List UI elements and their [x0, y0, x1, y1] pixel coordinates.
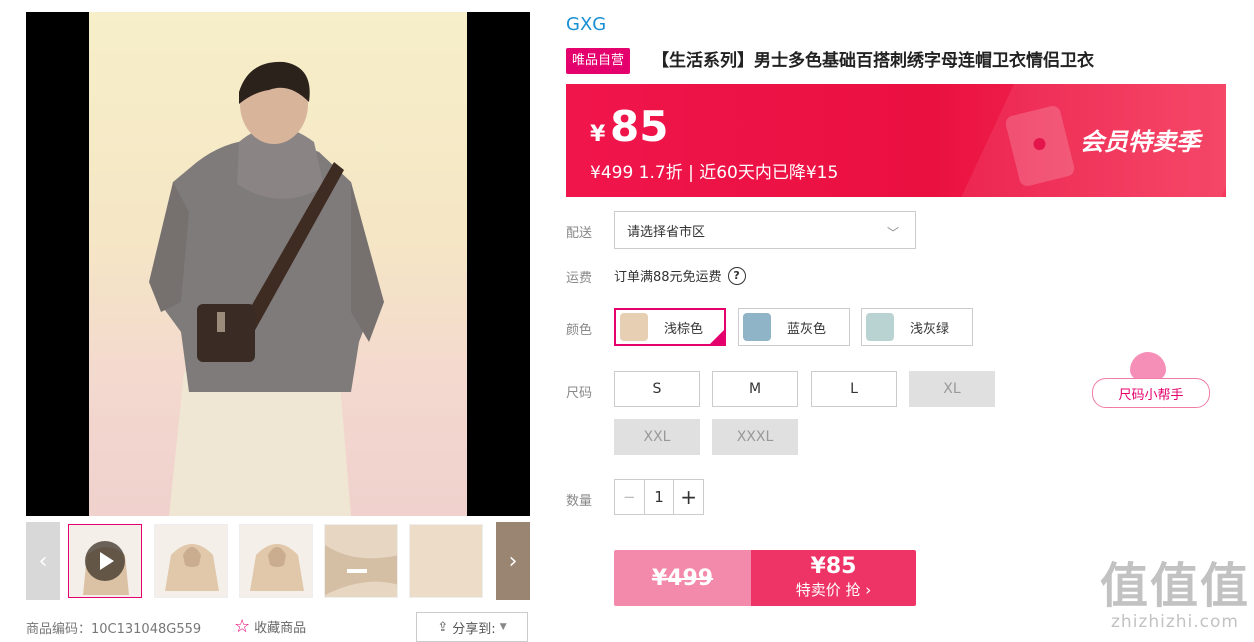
promo-label: 会员特卖季 [1080, 128, 1200, 156]
hoodie-swatch-icon [620, 313, 648, 341]
hoodie-swatch-icon [866, 313, 894, 341]
buy-now-label: 特卖价 抢 › [795, 581, 872, 599]
color-option-blue-gray[interactable]: 蓝灰色 [738, 308, 850, 346]
size-option-l[interactable]: L [811, 371, 897, 407]
watermark: 值值值 zhizhizhi.com [1100, 560, 1250, 632]
region-select-value: 请选择省市区 [627, 224, 706, 240]
thumbnail[interactable] [239, 524, 313, 598]
color-option-label: 浅棕色 [664, 321, 704, 337]
current-price: 85 [610, 102, 669, 151]
buy-button[interactable]: ¥499 ¥85 特卖价 抢 › [614, 550, 916, 606]
thumb-prev-arrow[interactable]: ‹ [26, 522, 60, 600]
thumbnail[interactable] [154, 524, 228, 598]
region-select[interactable]: 请选择省市区 ﹀ [614, 211, 916, 249]
color-option-light-gray-green[interactable]: 浅灰绿 [861, 308, 973, 346]
shipping-text: 订单满88元免运费 [614, 270, 722, 285]
color-option-label: 浅灰绿 [910, 321, 950, 337]
size-option-xl: XL [909, 371, 995, 407]
size-label: 尺码 [566, 386, 593, 401]
shipping-info: 订单满88元免运费 ? [614, 266, 746, 285]
price-banner: ¥ 85 ¥499 1.7折 | 近60天内已降¥15 会员特卖季 [566, 84, 1226, 197]
color-option-light-brown[interactable]: 浅棕色 [614, 308, 726, 346]
watermark-url: zhizhizhi.com [1111, 612, 1239, 632]
size-option-xxxl: XXXL [712, 419, 798, 455]
thumbnail[interactable] [324, 524, 398, 598]
size-option-m[interactable]: M [712, 371, 798, 407]
size-helper-button[interactable]: 尺码小帮手 [1092, 378, 1210, 408]
quantity-stepper: − 1 + [614, 479, 704, 515]
help-icon[interactable]: ? [727, 266, 746, 285]
product-photo [89, 12, 467, 516]
share-label: 分享到: [452, 621, 496, 637]
caret-down-icon: ▼ [499, 622, 507, 632]
size-option-xxl: XXL [614, 419, 700, 455]
hoodie-swatch-icon [743, 313, 771, 341]
mascot-icon [1130, 352, 1166, 380]
star-icon: ☆ [234, 615, 251, 637]
thumbnail-strip: ‹ › [26, 522, 530, 600]
chevron-down-icon: ﹀ [886, 226, 899, 240]
thumbnail-video[interactable] [68, 524, 142, 598]
share-icon: ⇪ [437, 619, 449, 635]
quantity-increase-button[interactable]: + [673, 480, 703, 514]
selected-check-icon [708, 328, 726, 346]
quantity-decrease-button[interactable]: − [615, 480, 645, 514]
color-label: 颜色 [566, 323, 593, 338]
brand-link[interactable]: GXG [566, 14, 606, 35]
main-product-image[interactable] [26, 12, 530, 516]
thumb-next-arrow[interactable]: › [496, 522, 530, 600]
thumbnail[interactable] [409, 524, 483, 598]
play-icon[interactable] [85, 541, 125, 581]
special-price: ¥85 [810, 554, 857, 579]
price-discount-info: ¥499 1.7折 | 近60天内已降¥15 [590, 163, 839, 183]
special-price-block[interactable]: ¥85 特卖价 抢 › [751, 550, 916, 606]
quantity-label: 数量 [566, 494, 593, 509]
currency-symbol: ¥ [590, 122, 606, 147]
watermark-logo: 值值值 [1100, 558, 1251, 614]
quantity-value[interactable]: 1 [645, 480, 674, 514]
size-option-s[interactable]: S [614, 371, 700, 407]
product-code: 商品编码：10C131048G559 [26, 622, 202, 637]
favorite-label: 收藏商品 [254, 621, 307, 636]
color-option-label: 蓝灰色 [787, 321, 827, 337]
delivery-label: 配送 [566, 226, 593, 241]
product-title: 【生活系列】男士多色基础百搭刺绣字母连帽卫衣情侣卫衣 [652, 51, 1094, 71]
share-button[interactable]: ⇪ 分享到: ▼ [416, 612, 528, 642]
shipping-label: 运费 [566, 271, 593, 286]
favorite-button[interactable]: ☆ 收藏商品 [234, 617, 306, 636]
self-operated-tag: 唯品自营 [566, 48, 631, 74]
original-price: ¥499 [614, 550, 751, 606]
